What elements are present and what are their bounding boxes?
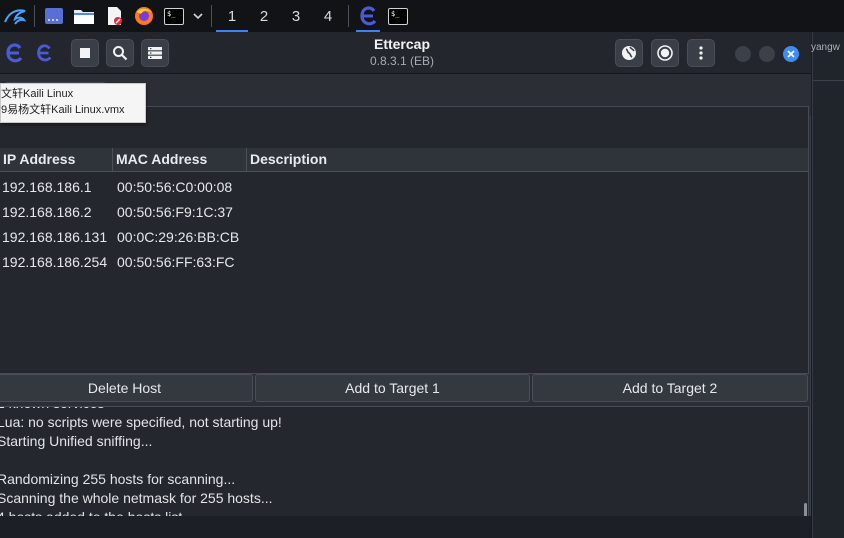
log-line: Lua: no scripts were specified, not star… <box>0 414 282 430</box>
table-header: IP Address MAC Address Description <box>0 148 808 172</box>
table-row[interactable]: 192.168.186.2 00:50:56:F9:1C:37 <box>0 199 808 224</box>
tooltip: 文轩Kaili Linux 9易杨文轩Kaili Linux.vmx <box>0 83 146 123</box>
cell-mac: 00:0C:29:26:BB:CB <box>117 228 240 245</box>
desktop-bottom <box>0 516 811 538</box>
text-editor-button[interactable] <box>99 0 129 32</box>
taskbar: $_ 1 2 3 4 $_ <box>0 0 844 32</box>
terminal-launcher-button[interactable]: $_ <box>159 0 189 32</box>
log-line: 2 known services <box>0 407 282 413</box>
log-line: Scanning the whole netmask for 255 hosts… <box>0 490 273 506</box>
close-icon <box>787 50 795 58</box>
kebab-menu-icon <box>699 46 703 60</box>
window-title: Ettercap <box>373 36 431 52</box>
add-to-target-1-button[interactable]: Add to Target 1 <box>255 374 530 402</box>
search-hosts-button[interactable] <box>106 39 134 67</box>
taskbar-separator <box>211 5 212 27</box>
file-manager-button[interactable] <box>69 0 99 32</box>
add-to-target-2-button[interactable]: Add to Target 2 <box>532 374 808 402</box>
cell-mac: 00:50:56:C0:00:08 <box>117 178 233 195</box>
background-window <box>812 32 844 538</box>
firefox-button[interactable] <box>129 0 159 32</box>
minimize-button[interactable] <box>735 46 751 62</box>
tooltip-line-2: 9易杨文轩Kaili Linux.vmx <box>1 104 125 116</box>
cell-ip: 192.168.186.2 <box>2 203 92 220</box>
window-subtitle: 0.8.3.1 (EB) <box>369 54 435 68</box>
workspace-1[interactable]: 1 <box>216 0 248 32</box>
globe-icon <box>622 46 636 60</box>
search-icon <box>113 46 128 61</box>
background-window-divider <box>812 80 844 81</box>
table-row[interactable]: 192.168.186.131 00:0C:29:26:BB:CB <box>0 224 808 249</box>
cell-mac: 00:50:56:F9:1C:37 <box>117 203 233 220</box>
chevron-down-icon <box>193 13 203 20</box>
taskbar-window-ettercap[interactable] <box>353 0 383 32</box>
table-row[interactable]: 192.168.186.254 00:50:56:FF:63:FC <box>0 249 808 274</box>
workspace-2[interactable]: 2 <box>248 0 280 32</box>
log-line: Starting Unified sniffing... <box>0 433 153 449</box>
delete-host-button[interactable]: Delete Host <box>0 374 253 402</box>
more-options-button[interactable] <box>687 39 715 67</box>
table-body: 192.168.186.1 00:50:56:C0:00:08 192.168.18… <box>0 174 808 274</box>
folder-icon <box>74 10 94 24</box>
column-header-mac[interactable]: MAC Address <box>113 148 247 172</box>
table-row[interactable]: 192.168.186.1 00:50:56:C0:00:08 <box>0 174 808 199</box>
mitm-menu-button[interactable] <box>615 39 643 67</box>
taskbar-separator <box>348 5 349 27</box>
background-window-label: yangw <box>811 42 840 53</box>
ettercap-icon <box>37 44 52 62</box>
workspace-4[interactable]: 4 <box>312 0 344 32</box>
hosts-list-button[interactable] <box>141 39 169 67</box>
column-header-description[interactable]: Description <box>247 148 808 172</box>
terminal-dropdown-button[interactable] <box>189 0 207 32</box>
log-line: Randomizing 255 hosts for scanning... <box>0 471 236 487</box>
kali-dragon-icon <box>4 9 27 25</box>
stop-sniffing-button[interactable] <box>71 39 99 67</box>
cell-mac: 00:50:56:FF:63:FC <box>117 253 235 270</box>
firefox-icon <box>135 7 153 25</box>
server-icon <box>148 47 162 59</box>
ettercap-icon <box>6 43 23 63</box>
cell-ip: 192.168.186.131 <box>2 228 108 245</box>
text-editor-icon <box>108 7 122 25</box>
ettercap-menu-button[interactable] <box>0 39 28 67</box>
terminal-icon: $_ <box>164 7 184 25</box>
hosts-table: IP Address MAC Address Description 192.1… <box>0 106 809 374</box>
column-header-ip[interactable]: IP Address <box>0 148 113 172</box>
record-icon <box>657 45 673 61</box>
kali-menu-button[interactable] <box>0 0 30 32</box>
ettercap-icon <box>360 6 377 26</box>
taskbar-window-terminal[interactable]: $_ <box>383 0 413 32</box>
workspace-3[interactable]: 3 <box>280 0 312 32</box>
cell-ip: 192.168.186.254 <box>2 253 108 270</box>
close-button[interactable] <box>783 46 799 62</box>
ettercap-alt-menu-button[interactable] <box>30 39 58 67</box>
taskbar-separator <box>34 5 35 27</box>
stop-icon <box>80 48 90 58</box>
desktop-icon <box>45 8 63 24</box>
tooltip-line-1: 文轩Kaili Linux <box>1 88 74 100</box>
maximize-button[interactable] <box>759 46 775 62</box>
show-desktop-button[interactable] <box>39 0 69 32</box>
terminal-icon: $_ <box>388 7 408 25</box>
plugins-button[interactable] <box>651 39 679 67</box>
header-bar: Ettercap 0.8.3.1 (EB) <box>0 32 811 74</box>
title-block: Ettercap 0.8.3.1 (EB) <box>300 36 504 68</box>
log-lines: 2 known servicesLua: no scripts were spe… <box>0 407 282 527</box>
cell-ip: 192.168.186.1 <box>2 178 92 195</box>
